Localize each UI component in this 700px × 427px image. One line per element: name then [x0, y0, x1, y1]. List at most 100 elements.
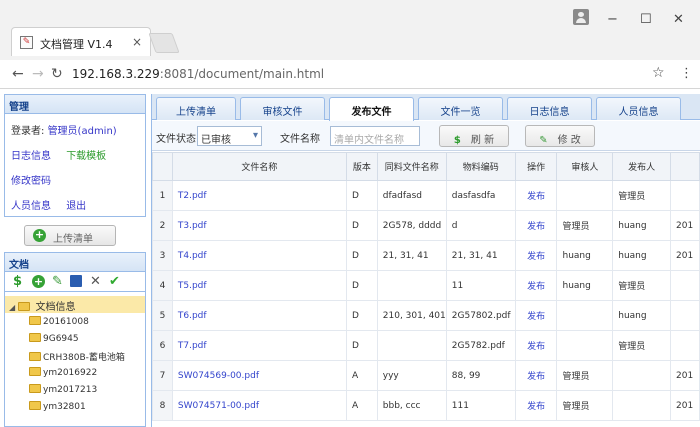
- name-search-input[interactable]: 清单内文件名称: [330, 126, 420, 146]
- edit-label: 修 改: [557, 135, 581, 146]
- folder-icon: [29, 367, 41, 376]
- tree-item[interactable]: 9G6945: [5, 330, 145, 347]
- tab-file-overview[interactable]: 文件一览: [418, 97, 503, 120]
- file-name-link[interactable]: T4.pdf: [171, 240, 347, 271]
- forward-arrow-icon[interactable]: →: [32, 66, 44, 82]
- status-select[interactable]: 已审核 ▾: [197, 126, 262, 146]
- minimize-button[interactable]: −: [607, 12, 618, 27]
- browser-toolbar: ← → ↻ 192.168.3.229:8081/document/main.h…: [0, 60, 700, 89]
- publish-link[interactable]: 发布: [514, 360, 558, 391]
- publish-link[interactable]: 发布: [514, 210, 558, 241]
- file-name-link[interactable]: SW074569-00.pdf: [171, 360, 347, 391]
- publisher-cell: 管理员: [612, 330, 671, 361]
- tab-log-info[interactable]: 日志信息: [507, 97, 592, 120]
- table-row[interactable]: 7 SW074569-00.pdf Ayyy 88, 99 发布 管理员 201: [152, 360, 700, 391]
- address-bar[interactable]: 192.168.3.229:8081/document/main.html: [72, 67, 324, 81]
- col-header-material-code[interactable]: 物料编码: [445, 152, 516, 181]
- delete-x-icon[interactable]: ✕: [90, 275, 101, 288]
- user-info-link[interactable]: 人员信息: [11, 201, 51, 212]
- col-header-reviewer[interactable]: 审核人: [556, 152, 614, 181]
- reload-icon[interactable]: ↻: [51, 66, 63, 82]
- table-row[interactable]: 4 T5.pdf D 11 发布 huang 管理员: [152, 270, 700, 301]
- back-arrow-icon[interactable]: ←: [12, 66, 24, 82]
- reviewer-cell: [556, 180, 614, 211]
- logout-link[interactable]: 退出: [66, 201, 86, 212]
- tree-item[interactable]: ym32801: [5, 398, 145, 415]
- related-files-cell: 2G578, dddd: [376, 210, 447, 241]
- reviewer-cell: huang: [556, 240, 614, 271]
- related-files-cell: 21, 31, 41: [376, 240, 447, 271]
- col-header-filename[interactable]: 文件名称: [171, 152, 347, 181]
- date-cell: 201: [670, 390, 700, 421]
- tab-review-files[interactable]: 审核文件: [240, 97, 325, 120]
- col-header-publisher[interactable]: 发布人: [612, 152, 671, 181]
- row-index: 5: [152, 300, 173, 331]
- file-name-link[interactable]: T6.pdf: [171, 300, 347, 331]
- refresh-icon[interactable]: $: [13, 275, 22, 288]
- edit-button[interactable]: ✎ 修 改: [525, 125, 595, 147]
- maximize-button[interactable]: ☐: [640, 12, 652, 27]
- window-close-button[interactable]: ✕: [673, 12, 684, 27]
- tab-close-icon[interactable]: ×: [132, 35, 142, 49]
- col-header-version[interactable]: 版本: [345, 152, 378, 181]
- table-row[interactable]: 1 T2.pdf Ddfadfasd dasfasdfa 发布 管理员: [152, 180, 700, 211]
- file-name-link[interactable]: SW074571-00.pdf: [171, 390, 347, 421]
- tab-upload-list[interactable]: 上传清单: [156, 97, 236, 120]
- date-cell: 201: [670, 210, 700, 241]
- row-index: 1: [152, 180, 173, 211]
- reviewer-cell: huang: [556, 270, 614, 301]
- publish-link[interactable]: 发布: [514, 390, 558, 421]
- login-user: 管理员(admin): [47, 126, 117, 137]
- expand-triangle-icon[interactable]: ◢: [9, 303, 15, 312]
- col-header-related-files[interactable]: 同料文件名称: [376, 152, 447, 181]
- tree-item[interactable]: 20161008: [5, 313, 145, 330]
- publisher-cell: [612, 390, 671, 421]
- bookmark-star-icon[interactable]: ☆: [652, 65, 665, 81]
- table-row[interactable]: 3 T4.pdf D 21, 31, 41 21, 31, 41 发布 huang huang…: [152, 240, 700, 271]
- log-info-link[interactable]: 日志信息: [11, 151, 51, 162]
- add-icon[interactable]: +: [32, 275, 45, 288]
- publish-link[interactable]: 发布: [514, 300, 558, 331]
- col-header-index: [152, 152, 173, 181]
- file-name-link[interactable]: T3.pdf: [171, 210, 347, 241]
- publish-link[interactable]: 发布: [514, 270, 558, 301]
- publisher-cell: [612, 360, 671, 391]
- publisher-cell: huang: [612, 300, 671, 331]
- publish-link[interactable]: 发布: [514, 330, 558, 361]
- folder-icon: [29, 333, 41, 342]
- files-table: 文件名称 版本 同料文件名称 物料编码 操作 审核人 发布人 1 T2.pdf Dd…: [152, 152, 700, 421]
- table-row[interactable]: 2 T3.pdf D 2G578, dddd d 发布 管理员 huang 201: [152, 210, 700, 241]
- tree-root[interactable]: ◢ 文档信息: [5, 296, 145, 313]
- table-body: 1 T2.pdf Ddfadfasd dasfasdfa 发布 管理员 2 T3.pdf D 2G…: [152, 180, 700, 421]
- table-row[interactable]: 8 SW074571-00.pdf Abbb, ccc 111 发布 管理员 201: [152, 390, 700, 421]
- filter-bar: 文件状态 已审核 ▾ 文件名称 清单内文件名称 $ 刷 新 ✎ 修 改: [152, 121, 700, 151]
- change-password-link[interactable]: 修改密码: [11, 176, 51, 187]
- tab-user-info[interactable]: 人员信息: [596, 97, 681, 120]
- save-disk-icon[interactable]: [70, 275, 82, 287]
- publish-link[interactable]: 发布: [514, 180, 558, 211]
- docs-toolbar: $ + ✎ ✕ ✔: [4, 272, 146, 292]
- download-template-link[interactable]: 下载模板: [66, 151, 106, 162]
- tree-item[interactable]: ym2017213: [5, 381, 145, 398]
- refresh-button[interactable]: $ 刷 新: [439, 125, 509, 147]
- table-row[interactable]: 6 T7.pdf D 2G5782.pdf 发布 管理员: [152, 330, 700, 361]
- upload-list-button[interactable]: + 上传清单: [24, 225, 116, 246]
- browser-menu-icon[interactable]: ⋮: [680, 66, 693, 81]
- material-code-cell: 111: [445, 390, 516, 421]
- tree-item[interactable]: CRH380B-蓄电池箱: [5, 347, 145, 364]
- tab-publish-files[interactable]: 发布文件: [329, 97, 414, 121]
- publish-link[interactable]: 发布: [514, 240, 558, 271]
- row-index: 7: [152, 360, 173, 391]
- new-tab-button[interactable]: [148, 33, 180, 53]
- confirm-check-icon[interactable]: ✔: [109, 275, 120, 288]
- browser-tab[interactable]: ✎ 文档管理 V1.4 ×: [11, 27, 151, 56]
- profile-icon[interactable]: [573, 9, 589, 25]
- tree-item[interactable]: ym2016922: [5, 364, 145, 381]
- file-name-link[interactable]: T2.pdf: [171, 180, 347, 211]
- col-header-date[interactable]: [670, 152, 700, 181]
- file-name-link[interactable]: T7.pdf: [171, 330, 347, 361]
- file-name-link[interactable]: T5.pdf: [171, 270, 347, 301]
- edit-pencil-icon[interactable]: ✎: [52, 275, 63, 288]
- reviewer-cell: [556, 330, 614, 361]
- table-row[interactable]: 5 T6.pdf D 210, 301, 401 2G57802.pdf 发布 huang: [152, 300, 700, 331]
